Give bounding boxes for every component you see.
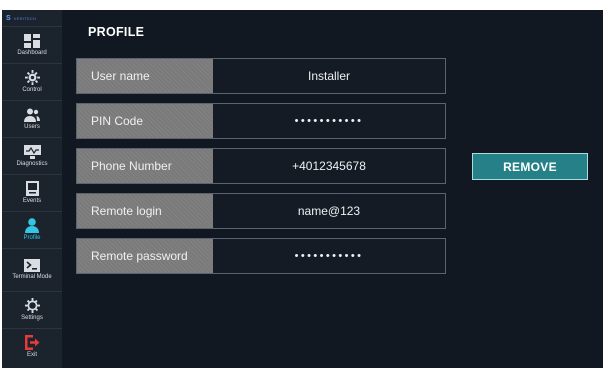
field-label: Remote login	[77, 194, 213, 228]
sidebar: S VERITECH Dashboard Control Users Diagn…	[2, 10, 62, 368]
field-row-phone-number: Phone Number +4012345678	[76, 148, 446, 184]
diagnostics-icon	[23, 144, 41, 159]
sidebar-item-events[interactable]: Events	[2, 175, 62, 212]
sidebar-item-users[interactable]: Users	[2, 101, 62, 138]
exit-icon	[25, 335, 40, 350]
field-row-user-name: User name Installer	[76, 58, 446, 94]
events-icon	[25, 181, 39, 196]
users-icon	[24, 108, 40, 122]
sidebar-item-terminal-mode[interactable]: Terminal Mode	[2, 249, 62, 292]
remote-password-field[interactable]: •••••••••••	[213, 239, 445, 273]
dashboard-icon	[24, 33, 40, 48]
sidebar-item-settings[interactable]: Settings	[2, 292, 62, 329]
logo: S VERITECH	[2, 10, 62, 27]
field-row-remote-password: Remote password •••••••••••	[76, 238, 446, 274]
sidebar-item-label: Dashboard	[17, 49, 47, 56]
user-name-field[interactable]: Installer	[213, 59, 445, 93]
sidebar-item-label: Terminal Mode	[12, 274, 52, 280]
field-row-remote-login: Remote login name@123	[76, 193, 446, 229]
field-row-pin-code: PIN Code •••••••••••	[76, 103, 446, 139]
remove-button[interactable]: REMOVE	[472, 153, 588, 180]
sidebar-item-exit[interactable]: Exit	[2, 329, 62, 365]
field-label: Phone Number	[77, 149, 213, 183]
page-title: PROFILE	[88, 25, 145, 39]
terminal-icon	[24, 259, 40, 272]
settings-icon	[24, 298, 40, 313]
field-label: Remote password	[77, 239, 213, 273]
sidebar-item-profile[interactable]: Profile	[2, 212, 62, 249]
sidebar-item-label: Users	[24, 123, 40, 130]
sidebar-item-label: Exit	[26, 352, 37, 358]
sidebar-item-control[interactable]: Control	[2, 64, 62, 101]
sidebar-item-label: Control	[22, 87, 42, 93]
sidebar-item-label: Events	[22, 198, 42, 204]
phone-number-field[interactable]: +4012345678	[213, 149, 445, 183]
remote-login-field[interactable]: name@123	[213, 194, 445, 228]
sidebar-item-label: Profile	[23, 235, 41, 241]
gear-cog-icon	[24, 70, 40, 85]
logo-text: VERITECH	[13, 15, 37, 21]
field-label: User name	[77, 59, 213, 93]
app-window: S VERITECH Dashboard Control Users Diagn…	[2, 10, 603, 368]
sidebar-item-dashboard[interactable]: Dashboard	[2, 27, 62, 64]
sidebar-item-label: Diagnostics	[16, 160, 48, 167]
profile-icon	[25, 218, 39, 233]
pin-code-field[interactable]: •••••••••••	[213, 104, 445, 138]
logo-icon: S	[6, 14, 11, 22]
sidebar-item-label: Settings	[21, 315, 43, 321]
field-label: PIN Code	[77, 104, 213, 138]
sidebar-item-diagnostics[interactable]: Diagnostics	[2, 138, 62, 175]
